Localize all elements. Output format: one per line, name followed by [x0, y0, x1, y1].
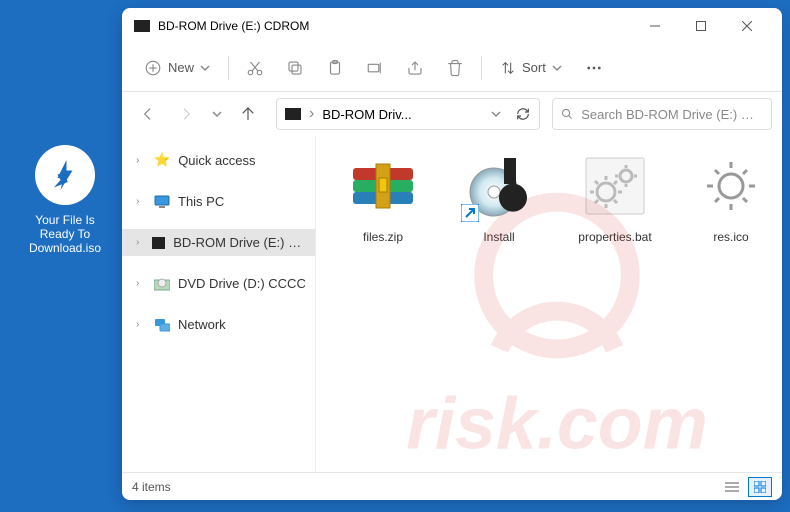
titlebar: BD-ROM Drive (E:) CDROM: [122, 8, 782, 44]
sidebar-item-bdrom[interactable]: › BD-ROM Drive (E:) CDROM: [122, 229, 315, 256]
up-button[interactable]: [232, 98, 264, 130]
disc-drive-icon: [154, 277, 170, 291]
sidebar-item-label: DVD Drive (D:) CCCC: [178, 276, 306, 291]
more-icon[interactable]: [576, 50, 612, 86]
back-button[interactable]: [132, 98, 164, 130]
sort-button-label: Sort: [522, 60, 546, 75]
chevron-down-icon[interactable]: [491, 109, 501, 119]
separator: [481, 56, 482, 80]
chevron-right-icon: ›: [136, 278, 146, 289]
sidebar-item-this-pc[interactable]: › This PC: [122, 188, 315, 215]
file-item[interactable]: Install: [446, 150, 552, 244]
pc-icon: [154, 195, 170, 209]
sidebar-item-label: Network: [178, 317, 226, 332]
new-button-label: New: [168, 60, 194, 75]
chevron-right-icon: ›: [136, 196, 146, 207]
daemon-tools-icon: [35, 145, 95, 205]
sidebar: › ⭐ Quick access › This PC › BD-ROM Driv…: [122, 136, 316, 472]
item-count: 4 items: [132, 480, 171, 494]
sidebar-item-label: This PC: [178, 194, 224, 209]
zip-archive-icon: [339, 150, 427, 222]
batch-file-icon: [571, 150, 659, 222]
copy-icon[interactable]: [277, 50, 313, 86]
drive-icon: [285, 108, 301, 120]
search-icon: [561, 107, 573, 121]
chevron-right-icon: ›: [309, 105, 314, 123]
share-icon[interactable]: [397, 50, 433, 86]
file-label: files.zip: [330, 230, 436, 244]
search-input[interactable]: Search BD-ROM Drive (E:) CDROM: [552, 98, 772, 130]
desktop-icon-label: Your File Is Ready To Download.iso: [20, 213, 110, 255]
disc-install-icon: [455, 150, 543, 222]
window-title: BD-ROM Drive (E:) CDROM: [158, 19, 632, 33]
network-icon: [154, 318, 170, 332]
sidebar-item-label: Quick access: [178, 153, 255, 168]
file-item[interactable]: properties.bat: [562, 150, 668, 244]
sidebar-item-quick-access[interactable]: › ⭐ Quick access: [122, 146, 315, 174]
address-bar[interactable]: › BD-ROM Driv...: [276, 98, 540, 130]
toolbar: New Sort: [122, 44, 782, 92]
statusbar: 4 items: [122, 472, 782, 500]
sidebar-item-label: BD-ROM Drive (E:) CDROM: [173, 235, 307, 250]
desktop-icon[interactable]: Your File Is Ready To Download.iso: [20, 145, 110, 255]
content-area: risk.com files.zip Install: [316, 136, 782, 472]
chevron-right-icon: ›: [136, 155, 146, 166]
sidebar-item-network[interactable]: › Network: [122, 311, 315, 338]
shortcut-arrow-icon: [461, 204, 479, 222]
chevron-right-icon: ›: [136, 319, 146, 330]
sidebar-item-dvd[interactable]: › DVD Drive (D:) CCCC: [122, 270, 315, 297]
minimize-button[interactable]: [632, 10, 678, 42]
refresh-icon[interactable]: [515, 106, 531, 122]
delete-icon[interactable]: [437, 50, 473, 86]
icons-view-button[interactable]: [748, 477, 772, 497]
chevron-right-icon: ›: [136, 237, 144, 248]
maximize-button[interactable]: [678, 10, 724, 42]
drive-icon: [134, 20, 150, 32]
forward-button[interactable]: [170, 98, 202, 130]
file-label: res.ico: [678, 230, 782, 244]
file-label: properties.bat: [562, 230, 668, 244]
ico-file-icon: [687, 150, 775, 222]
drive-icon: [152, 237, 165, 249]
separator: [228, 56, 229, 80]
explorer-window: BD-ROM Drive (E:) CDROM New Sort: [122, 8, 782, 500]
rename-icon[interactable]: [357, 50, 393, 86]
search-placeholder: Search BD-ROM Drive (E:) CDROM: [581, 107, 763, 122]
address-crumb: BD-ROM Driv...: [322, 107, 483, 122]
navbar: › BD-ROM Driv... Search BD-ROM Drive (E:…: [122, 92, 782, 136]
svg-text:risk.com: risk.com: [406, 382, 708, 464]
file-item[interactable]: files.zip: [330, 150, 436, 244]
sort-button[interactable]: Sort: [490, 54, 572, 82]
file-item[interactable]: res.ico: [678, 150, 782, 244]
paste-icon[interactable]: [317, 50, 353, 86]
file-label: Install: [446, 230, 552, 244]
star-icon: ⭐: [154, 152, 170, 168]
details-view-button[interactable]: [720, 477, 744, 497]
cut-icon[interactable]: [237, 50, 273, 86]
new-button[interactable]: New: [134, 53, 220, 83]
close-button[interactable]: [724, 10, 770, 42]
recent-dropdown[interactable]: [208, 98, 226, 130]
